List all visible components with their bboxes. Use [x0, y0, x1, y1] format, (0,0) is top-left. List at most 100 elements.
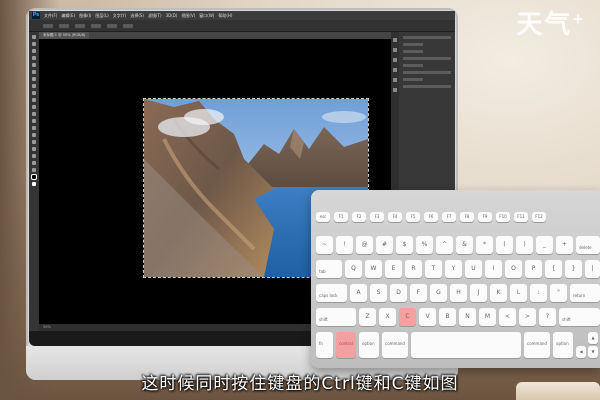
key-f3[interactable]: F3	[370, 212, 384, 222]
key-h[interactable]: H	[450, 284, 467, 302]
key-esc[interactable]: esc	[316, 212, 330, 222]
zoom-tool-icon[interactable]	[32, 168, 36, 172]
key-f[interactable]: F	[410, 284, 427, 302]
menu-file[interactable]: 文件(F)	[44, 13, 57, 19]
menu-3d[interactable]: 3D(D)	[166, 13, 178, 18]
history-brush-tool-icon[interactable]	[32, 98, 36, 102]
key-p[interactable]: P	[525, 260, 542, 278]
3d-mode-buttons[interactable]	[123, 23, 133, 28]
key-right-brace[interactable]: }	[565, 260, 582, 278]
key-delete[interactable]: delete	[576, 236, 600, 254]
key-r[interactable]: R	[405, 260, 422, 278]
key-f5[interactable]: F5	[406, 212, 420, 222]
clone-stamp-tool-icon[interactable]	[32, 91, 36, 95]
background-color-swatch[interactable]	[32, 182, 36, 186]
key-w[interactable]: W	[365, 260, 382, 278]
quick-select-tool-icon[interactable]	[32, 56, 36, 60]
swatches-panel-icon[interactable]	[393, 68, 397, 72]
key-minus[interactable]: _	[536, 236, 553, 254]
healing-brush-tool-icon[interactable]	[32, 77, 36, 81]
menu-edit[interactable]: 编辑(E)	[61, 13, 75, 19]
key-left-brace[interactable]: {	[545, 260, 562, 278]
key-command[interactable]: command	[382, 332, 408, 358]
lasso-tool-icon[interactable]	[32, 49, 36, 53]
key-arrow-down-icon[interactable]: ▼	[588, 346, 598, 358]
distribute-buttons[interactable]	[107, 23, 117, 28]
key-arrow-up-icon[interactable]: ▲	[588, 332, 598, 344]
align-buttons[interactable]	[91, 23, 101, 28]
key-c-highlighted[interactable]: C	[399, 308, 416, 326]
move-tool-icon[interactable]	[32, 35, 36, 39]
key-arrow-left-icon[interactable]: ◀	[576, 346, 586, 358]
key-v[interactable]: V	[419, 308, 436, 326]
marquee-tool-icon[interactable]	[32, 42, 36, 46]
key-8[interactable]: *	[476, 236, 493, 254]
key-x[interactable]: X	[379, 308, 396, 326]
key-y[interactable]: Y	[445, 260, 462, 278]
key-control-highlighted[interactable]: control	[336, 332, 356, 358]
key-s[interactable]: S	[370, 284, 387, 302]
key-less-than[interactable]: <	[499, 308, 516, 326]
key-greater-than[interactable]: >	[519, 308, 536, 326]
key-f9[interactable]: F9	[478, 212, 492, 222]
key-f2[interactable]: F2	[352, 212, 366, 222]
key-k[interactable]: K	[490, 284, 507, 302]
key-f12[interactable]: F12	[532, 212, 546, 222]
key-right-shift[interactable]: shift	[559, 308, 600, 326]
menu-layer[interactable]: 图层(L)	[95, 13, 108, 19]
key-0[interactable]: )	[516, 236, 533, 254]
menu-image[interactable]: 图像(I)	[79, 13, 91, 19]
document-tab[interactable]: 未标题-1 @ 50% (RGB/8)	[39, 32, 90, 39]
key-option[interactable]: option	[359, 332, 379, 358]
key-4[interactable]: $	[396, 236, 413, 254]
key-1[interactable]: !	[336, 236, 353, 254]
key-m[interactable]: M	[479, 308, 496, 326]
key-e[interactable]: E	[385, 260, 402, 278]
transform-controls-toggle[interactable]	[75, 23, 85, 28]
foreground-color-swatch[interactable]	[31, 174, 37, 180]
key-left-shift[interactable]: shift	[316, 308, 356, 326]
key-f11[interactable]: F11	[514, 212, 528, 222]
key-right-option[interactable]: option	[553, 332, 573, 358]
key-return[interactable]: return	[570, 284, 600, 302]
key-f10[interactable]: F10	[496, 212, 510, 222]
key-f6[interactable]: F6	[424, 212, 438, 222]
key-n[interactable]: N	[459, 308, 476, 326]
gradient-tool-icon[interactable]	[32, 112, 36, 116]
key-u[interactable]: U	[465, 260, 482, 278]
key-l[interactable]: L	[510, 284, 527, 302]
key-g[interactable]: G	[430, 284, 447, 302]
key-z[interactable]: Z	[359, 308, 376, 326]
blur-tool-icon[interactable]	[32, 119, 36, 123]
key-j[interactable]: J	[470, 284, 487, 302]
key-quote[interactable]: "	[550, 284, 567, 302]
key-7[interactable]: &	[456, 236, 473, 254]
auto-select-toggle[interactable]	[59, 23, 69, 28]
key-9[interactable]: (	[496, 236, 513, 254]
dodge-tool-icon[interactable]	[32, 126, 36, 130]
tool-preset-picker[interactable]	[43, 23, 53, 28]
key-2[interactable]: @	[356, 236, 373, 254]
key-backslash[interactable]: |	[585, 260, 600, 278]
key-space[interactable]	[411, 332, 521, 358]
key-q[interactable]: Q	[345, 260, 362, 278]
eyedropper-tool-icon[interactable]	[32, 70, 36, 74]
menu-select[interactable]: 选择(S)	[130, 13, 144, 19]
key-6[interactable]: ^	[436, 236, 453, 254]
menu-help[interactable]: 帮助(H)	[218, 13, 232, 19]
shape-tool-icon[interactable]	[32, 154, 36, 158]
key-f4[interactable]: F4	[388, 212, 402, 222]
key-caps-lock[interactable]: caps lock	[316, 284, 347, 302]
key-f8[interactable]: F8	[460, 212, 474, 222]
key-fn[interactable]: fn	[316, 332, 333, 358]
key-equals[interactable]: +	[556, 236, 573, 254]
pen-tool-icon[interactable]	[32, 133, 36, 137]
paragraph-panel-icon[interactable]	[393, 78, 397, 82]
character-panel-icon[interactable]	[393, 88, 397, 92]
key-f1[interactable]: F1	[334, 212, 348, 222]
key-question[interactable]: ?	[539, 308, 556, 326]
key-right-command[interactable]: command	[524, 332, 550, 358]
eraser-tool-icon[interactable]	[32, 105, 36, 109]
adjustments-panel-icon[interactable]	[393, 58, 397, 62]
menu-type[interactable]: 文字(Y)	[113, 13, 127, 19]
